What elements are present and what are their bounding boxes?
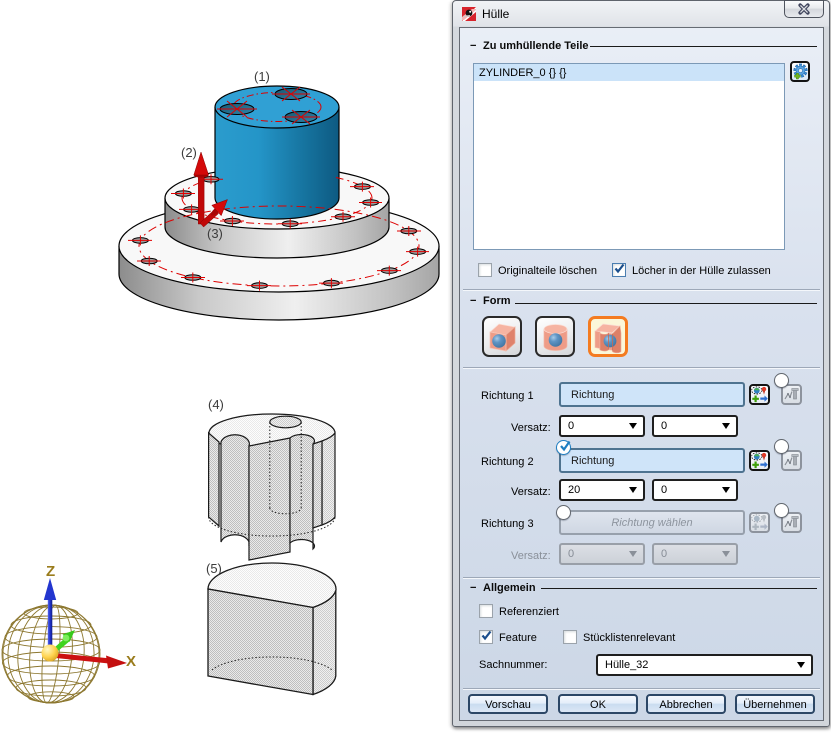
svg-text:Z: Z — [46, 563, 55, 580]
svg-text:X: X — [126, 653, 136, 670]
svg-text:(3): (3) — [207, 226, 223, 241]
svg-text:(2): (2) — [181, 145, 197, 160]
svg-text:(5): (5) — [206, 561, 222, 576]
svg-text:(1): (1) — [254, 69, 270, 84]
svg-text:(4): (4) — [208, 397, 224, 412]
